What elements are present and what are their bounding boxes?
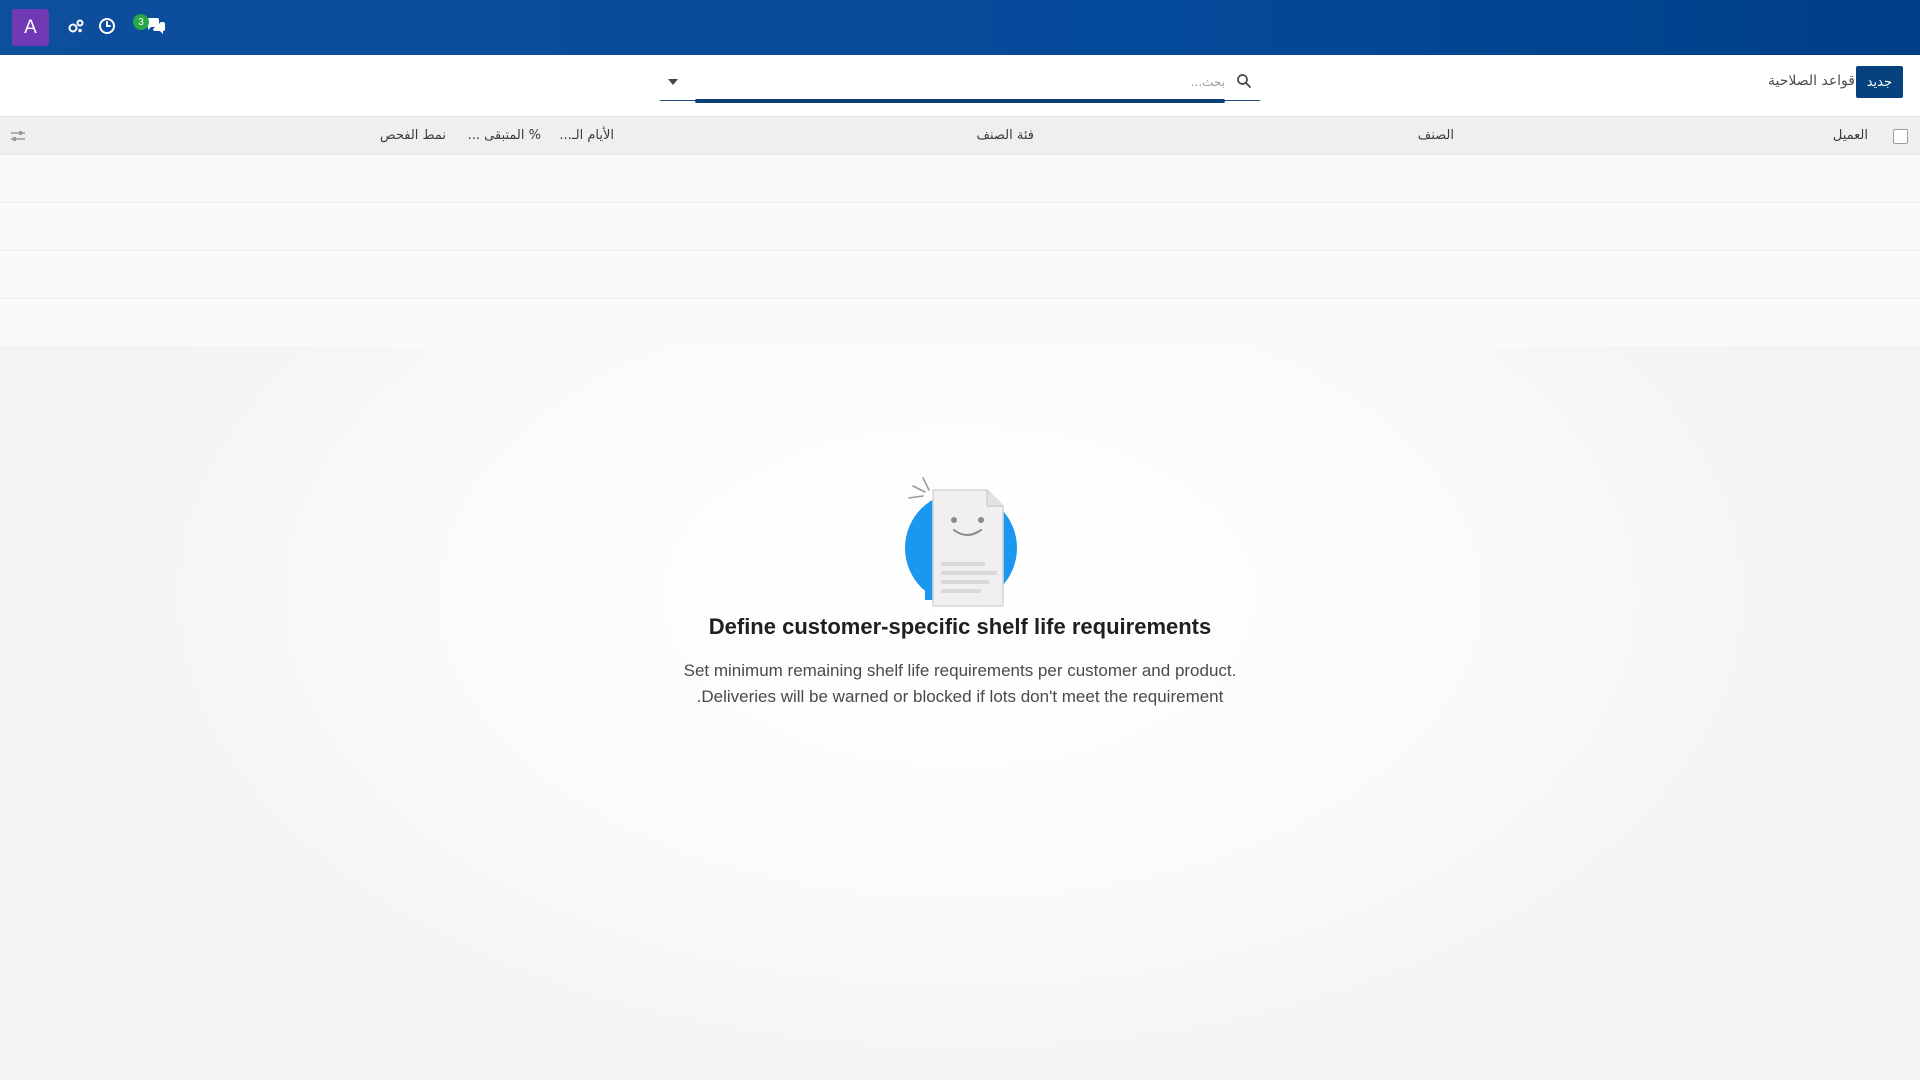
column-header-check-mode[interactable]: نمط الفحص bbox=[380, 128, 446, 143]
empty-state-description-line2: .Deliveries will be warned or blocked if… bbox=[696, 687, 1224, 706]
empty-document-illustration bbox=[905, 477, 1017, 607]
sliders-icon[interactable] bbox=[10, 129, 26, 143]
table-row bbox=[0, 299, 1920, 347]
messages-badge: 3 bbox=[133, 14, 149, 30]
top-navbar: A 3 bbox=[0, 0, 1920, 55]
caret-down-icon[interactable] bbox=[666, 75, 680, 89]
column-header-product-category[interactable]: فئة الصنف bbox=[977, 128, 1034, 143]
empty-state-description-line1: Set minimum remaining shelf life require… bbox=[683, 661, 1237, 680]
user-avatar[interactable]: A bbox=[12, 9, 49, 46]
search-focus-indicator bbox=[695, 99, 1225, 103]
table-row bbox=[0, 203, 1920, 251]
control-panel: جديد قواعد الصلاحية bbox=[0, 55, 1920, 117]
empty-state-background bbox=[0, 346, 1920, 1080]
column-header-min-days[interactable]: الأيام الـ... bbox=[559, 128, 614, 143]
table-row bbox=[0, 155, 1920, 203]
column-header-customer[interactable]: العميل bbox=[1833, 128, 1868, 143]
search-input[interactable] bbox=[695, 71, 1225, 93]
column-header-remaining-percent[interactable]: % المتبقى ... bbox=[468, 128, 541, 143]
clock-icon[interactable] bbox=[95, 14, 119, 38]
list-header: العميل الصنف فئة الصنف الأيام الـ... % ا… bbox=[0, 117, 1920, 155]
column-header-product[interactable]: الصنف bbox=[1418, 128, 1454, 143]
empty-state-title: Define customer-specific shelf life requ… bbox=[708, 614, 1212, 639]
new-button[interactable]: جديد bbox=[1855, 66, 1903, 98]
breadcrumb-title: قواعد الصلاحية bbox=[1767, 73, 1855, 89]
search-bar bbox=[660, 65, 1260, 103]
table-row bbox=[0, 251, 1920, 299]
activity-icon[interactable] bbox=[64, 14, 88, 38]
select-all-checkbox[interactable] bbox=[1893, 129, 1908, 144]
search-icon[interactable] bbox=[1236, 73, 1252, 89]
